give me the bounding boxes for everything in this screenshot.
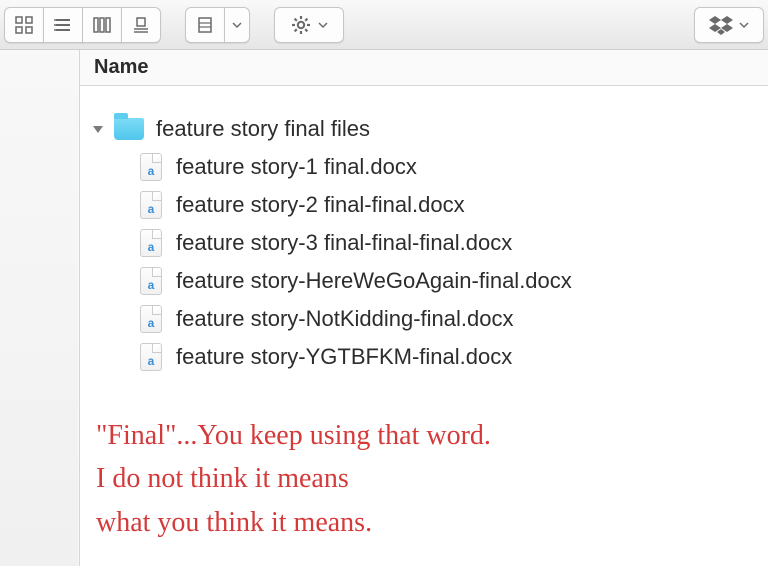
columns-icon — [92, 15, 112, 35]
arrange-group — [185, 7, 250, 43]
folder-icon — [114, 118, 144, 140]
file-row[interactable]: a feature story-1 final.docx — [90, 148, 768, 186]
docx-file-icon: a — [140, 343, 162, 371]
gear-icon — [290, 14, 312, 36]
docx-file-icon: a — [140, 191, 162, 219]
list-view-button[interactable] — [43, 7, 83, 43]
dropbox-button[interactable] — [694, 7, 764, 43]
folder-row[interactable]: feature story final files — [90, 110, 768, 148]
annotation-line-1: "Final"...You keep using that word. — [96, 414, 758, 457]
docx-file-icon: a — [140, 229, 162, 257]
icon-view-button[interactable] — [4, 7, 44, 43]
filename: feature story-HereWeGoAgain-final.docx — [176, 268, 572, 294]
docx-file-icon: a — [140, 305, 162, 333]
chevron-down-icon — [739, 20, 749, 30]
sidebar — [0, 50, 80, 566]
chevron-down-icon — [232, 20, 242, 30]
column-header-name[interactable]: Name — [80, 50, 768, 86]
handwritten-annotation: "Final"...You keep using that word. I do… — [96, 414, 758, 544]
file-pane: Name feature story final files a feature… — [80, 50, 768, 566]
list-icon — [53, 15, 73, 35]
finder-window: Name feature story final files a feature… — [0, 50, 768, 566]
action-button[interactable] — [274, 7, 344, 43]
file-row[interactable]: a feature story-YGTBFKM-final.docx — [90, 338, 768, 376]
file-tree: feature story final files a feature stor… — [80, 86, 768, 376]
coverflow-view-button[interactable] — [121, 7, 161, 43]
arrange-button[interactable] — [185, 7, 225, 43]
file-row[interactable]: a feature story-NotKidding-final.docx — [90, 300, 768, 338]
arrange-menu-button[interactable] — [224, 7, 250, 43]
grid-icon — [14, 15, 34, 35]
filename: feature story-YGTBFKM-final.docx — [176, 344, 512, 370]
view-mode-group — [4, 7, 161, 43]
filename: feature story-1 final.docx — [176, 154, 417, 180]
docx-file-icon: a — [140, 153, 162, 181]
arrange-icon — [197, 15, 213, 35]
filename: feature story-2 final-final.docx — [176, 192, 465, 218]
folder-name: feature story final files — [156, 116, 370, 142]
annotation-line-2: I do not think it means — [96, 457, 758, 500]
file-row[interactable]: a feature story-3 final-final-final.docx — [90, 224, 768, 262]
column-view-button[interactable] — [82, 7, 122, 43]
column-label: Name — [94, 56, 148, 79]
file-row[interactable]: a feature story-2 final-final.docx — [90, 186, 768, 224]
file-row[interactable]: a feature story-HereWeGoAgain-final.docx — [90, 262, 768, 300]
chevron-down-icon — [318, 20, 328, 30]
disclosure-triangle-icon[interactable] — [90, 121, 106, 137]
filename: feature story-NotKidding-final.docx — [176, 306, 514, 332]
docx-file-icon: a — [140, 267, 162, 295]
toolbar — [0, 0, 768, 50]
filename: feature story-3 final-final-final.docx — [176, 230, 512, 256]
annotation-line-3: what you think it means. — [96, 501, 758, 544]
dropbox-icon — [709, 14, 733, 36]
coverflow-icon — [131, 15, 151, 35]
